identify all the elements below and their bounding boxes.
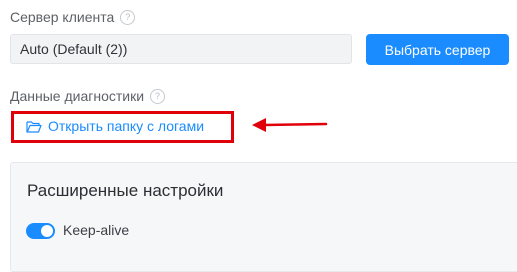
help-icon[interactable]: ? [150,88,166,104]
client-server-label-text: Сервер клиента [10,9,115,25]
annotation-arrow-icon [250,114,330,139]
folder-open-icon [26,120,42,133]
keepalive-toggle[interactable] [26,223,55,239]
advanced-settings-title: Расширенные настройки [27,181,224,200]
client-server-label: Сервер клиента ? [10,9,136,25]
advanced-settings-panel [10,162,517,272]
keepalive-label: Keep-alive [63,222,130,238]
diagnostics-label-text: Данные диагностики [10,88,145,104]
choose-server-button[interactable]: Выбрать сервер [366,34,509,65]
server-select[interactable]: Auto (Default (2)) [10,34,352,64]
help-icon[interactable]: ? [120,9,136,25]
toggle-knob [41,225,53,237]
diagnostics-label: Данные диагностики ? [10,88,166,104]
open-logs-folder-link[interactable]: Открыть папку с логами [26,118,204,134]
open-logs-folder-label: Открыть папку с логами [48,118,205,134]
